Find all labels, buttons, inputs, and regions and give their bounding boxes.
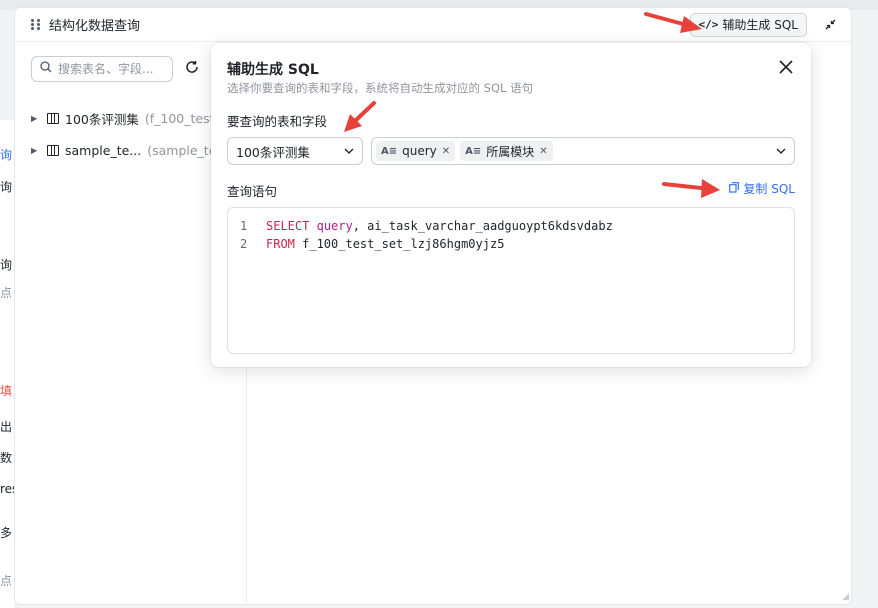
caret-right-icon[interactable]: ▶ [31, 146, 41, 155]
copy-icon [729, 181, 740, 196]
search-input[interactable] [58, 62, 158, 76]
sql-text: f_100_test_set_lzj86hgm0yjz5 [294, 237, 505, 251]
chevron-down-icon [344, 146, 354, 157]
table-icon [47, 112, 59, 124]
table-select[interactable]: 100条评测集 [227, 137, 363, 165]
remove-tag-icon[interactable]: ✕ [442, 146, 450, 157]
sql-keyword: FROM [266, 237, 295, 251]
popover-description: 选择你要查询的表和字段，系统将自动生成对应的 SQL 语句 [227, 81, 534, 95]
sliver-text: 出 [0, 420, 13, 434]
panel-title: 结构化数据查询 [49, 19, 141, 34]
table-icon [47, 144, 59, 156]
code-line: 2 FROM f_100_test_set_lzj86hgm0yjz5 [240, 235, 794, 253]
assist-sql-popover: 辅助生成 SQL 选择你要查询的表和字段，系统将自动生成对应的 SQL 语句 要… [211, 43, 811, 367]
table-name: 100条评测集 [65, 111, 139, 127]
sliver-text: 点 [0, 574, 13, 588]
popover-title: 辅助生成 SQL [227, 62, 319, 78]
table-name: sample_te... [65, 142, 142, 158]
selected-table: 100条评测集 [236, 144, 310, 160]
sql-text: , ai_task_varchar_aadguoypt6kdsvdabz [352, 219, 613, 233]
sliver-text: 询 [0, 258, 13, 272]
remove-tag-icon[interactable]: ✕ [539, 146, 547, 157]
resize-grip-icon[interactable]: ◢ [842, 592, 849, 602]
sliver-text: res [0, 482, 14, 496]
close-icon[interactable] [779, 57, 793, 77]
annotation-arrow [644, 12, 702, 33]
text-type-icon: A≡ [381, 145, 398, 157]
refresh-icon[interactable] [183, 60, 201, 78]
table-field-label: 要查询的表和字段 [227, 114, 328, 129]
assist-button-label: 辅助生成 SQL [722, 18, 798, 32]
sql-identifier: query [316, 219, 353, 233]
left-background-panel: 询 询 询 点 填 出 数 res 多 点 [0, 120, 14, 608]
table-search-box[interactable] [31, 56, 173, 82]
panel-header: 结构化数据查询 </> 辅助生成 SQL [15, 8, 851, 42]
line-number: 1 [240, 219, 248, 233]
copy-sql-button[interactable]: 复制 SQL [729, 180, 795, 197]
query-label: 查询语句 [227, 184, 278, 199]
sliver-text: 多 [0, 526, 13, 540]
field-tag: A≡ query ✕ [376, 141, 456, 161]
annotation-arrow [344, 101, 376, 132]
sql-code-editor[interactable]: 1 SELECT query, ai_task_varchar_aadguoyp… [227, 207, 795, 354]
caret-right-icon[interactable]: ▶ [31, 114, 41, 123]
sliver-text: 询 [0, 180, 13, 194]
sql-keyword: SELECT [266, 219, 310, 233]
field-multiselect[interactable]: A≡ query ✕ A≡ 所属模块 ✕ [371, 137, 795, 165]
field-tag-label: 所属模块 [486, 144, 535, 159]
chevron-down-icon [776, 146, 786, 157]
sliver-text: 询 [0, 148, 13, 162]
code-line: 1 SELECT query, ai_task_varchar_aadguoyp… [240, 217, 794, 235]
line-number: 2 [240, 237, 248, 251]
sliver-text: 填 [0, 384, 13, 398]
search-icon [40, 61, 52, 77]
annotation-arrow [662, 179, 720, 198]
field-tag-label: query [402, 144, 437, 158]
collapse-icon[interactable] [819, 14, 841, 36]
text-type-icon: A≡ [465, 145, 482, 157]
field-tag: A≡ 所属模块 ✕ [460, 141, 553, 161]
assist-generate-sql-button[interactable]: </> 辅助生成 SQL [689, 12, 807, 37]
drag-handle-icon[interactable] [31, 18, 41, 31]
sliver-text: 数 [0, 451, 13, 465]
sliver-text: 点 [0, 286, 13, 300]
copy-sql-label: 复制 SQL [743, 182, 795, 196]
